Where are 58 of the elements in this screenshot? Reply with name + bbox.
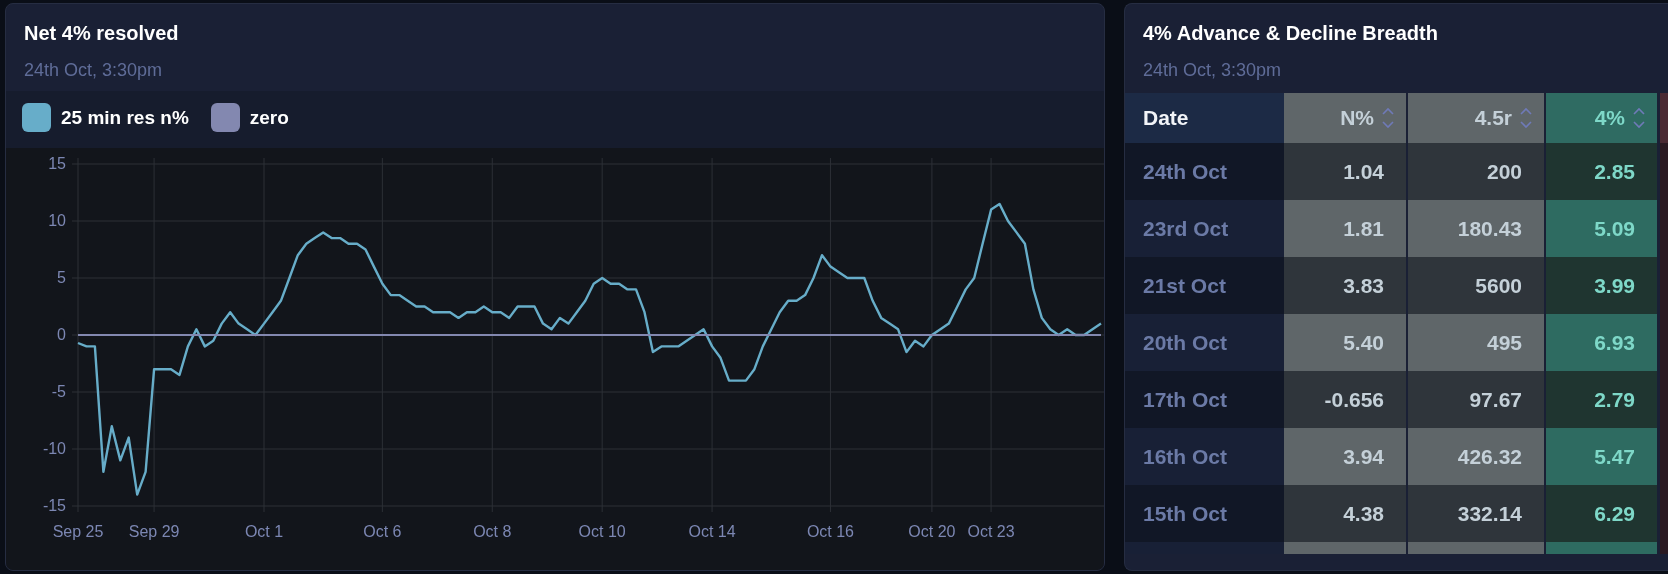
x-axis-label: Oct 14 (688, 523, 736, 540)
y-axis-label: -10 (42, 440, 66, 457)
column-header[interactable]: Date (1125, 93, 1284, 143)
x-axis-label: Oct 1 (244, 523, 284, 540)
column-header[interactable]: N% (1284, 93, 1406, 143)
y-axis-label: -15 (42, 497, 66, 514)
x-axis-label: Oct 23 (967, 523, 1015, 540)
x-axis-label: Oct 20 (908, 523, 956, 540)
table-cell: 4.38 (1284, 485, 1406, 542)
table-cell: 2.79 (1546, 371, 1657, 428)
panel-timestamp: 24th Oct, 3:30pm (24, 60, 164, 81)
sort-icon[interactable] (1382, 107, 1394, 129)
table-cell: 1.81 (1284, 200, 1406, 257)
column-header[interactable] (1660, 93, 1668, 143)
y-axis-label: -5 (51, 383, 66, 400)
table-cell: 1.04 (1284, 143, 1406, 200)
legend-label[interactable]: 25 min res n% (61, 106, 189, 129)
table-cell: 5.47 (1546, 428, 1657, 485)
table-cell: 6.29 (1546, 485, 1657, 542)
table-cell: 5.40 (1284, 314, 1406, 371)
y-axis-label: 5 (57, 269, 66, 286)
table-cell: 6.93 (1546, 314, 1657, 371)
x-axis-label: Oct 8 (473, 523, 512, 540)
table-cell: 495 (1408, 314, 1544, 371)
column-header[interactable]: 4.5r (1408, 93, 1544, 143)
table-cell: 3.83 (1284, 257, 1406, 314)
legend-swatch[interactable] (22, 103, 51, 132)
table-cell: 426.32 (1408, 428, 1544, 485)
table-cell: -0.656 (1284, 371, 1406, 428)
table-cell: 5600 (1408, 257, 1544, 314)
panel-title: Net 4% resolved (24, 22, 180, 45)
panel-timestamp: 24th Oct, 3:30pm (1143, 60, 1283, 81)
table-cell: 200 (1408, 143, 1544, 200)
table-cell: 97.67 (1408, 371, 1544, 428)
table-cell: 3.99 (1546, 257, 1657, 314)
table-cell: 3.94 (1284, 428, 1406, 485)
table-cell: 2.85 (1546, 143, 1657, 200)
x-axis-label: Oct 6 (363, 523, 402, 540)
y-axis-label: 0 (57, 326, 66, 343)
x-axis-label: Sep 25 (52, 523, 104, 540)
table-cell: 24th Oct (1125, 143, 1284, 200)
column-header[interactable]: 4% (1546, 93, 1657, 143)
y-axis-label: 15 (48, 155, 66, 172)
sort-icon[interactable] (1633, 107, 1645, 129)
legend-label[interactable]: zero (249, 106, 289, 129)
table-cell: 5.09 (1546, 200, 1657, 257)
table-cell: 332.14 (1408, 485, 1544, 542)
sort-icon[interactable] (1520, 107, 1532, 129)
table-cell: 180.43 (1408, 200, 1544, 257)
x-axis-label: Sep 29 (128, 523, 180, 540)
table-cell: 17th Oct (1125, 371, 1284, 428)
y-axis-label: 10 (48, 212, 66, 229)
legend-swatch[interactable] (210, 103, 240, 132)
table-cell: 15th Oct (1125, 485, 1284, 542)
panel-title: 4% Advance & Decline Breadth (1143, 22, 1439, 45)
x-axis-label: Oct 16 (806, 523, 854, 540)
x-axis-label: Oct 10 (578, 523, 626, 540)
table-cell: 21st Oct (1125, 257, 1284, 314)
